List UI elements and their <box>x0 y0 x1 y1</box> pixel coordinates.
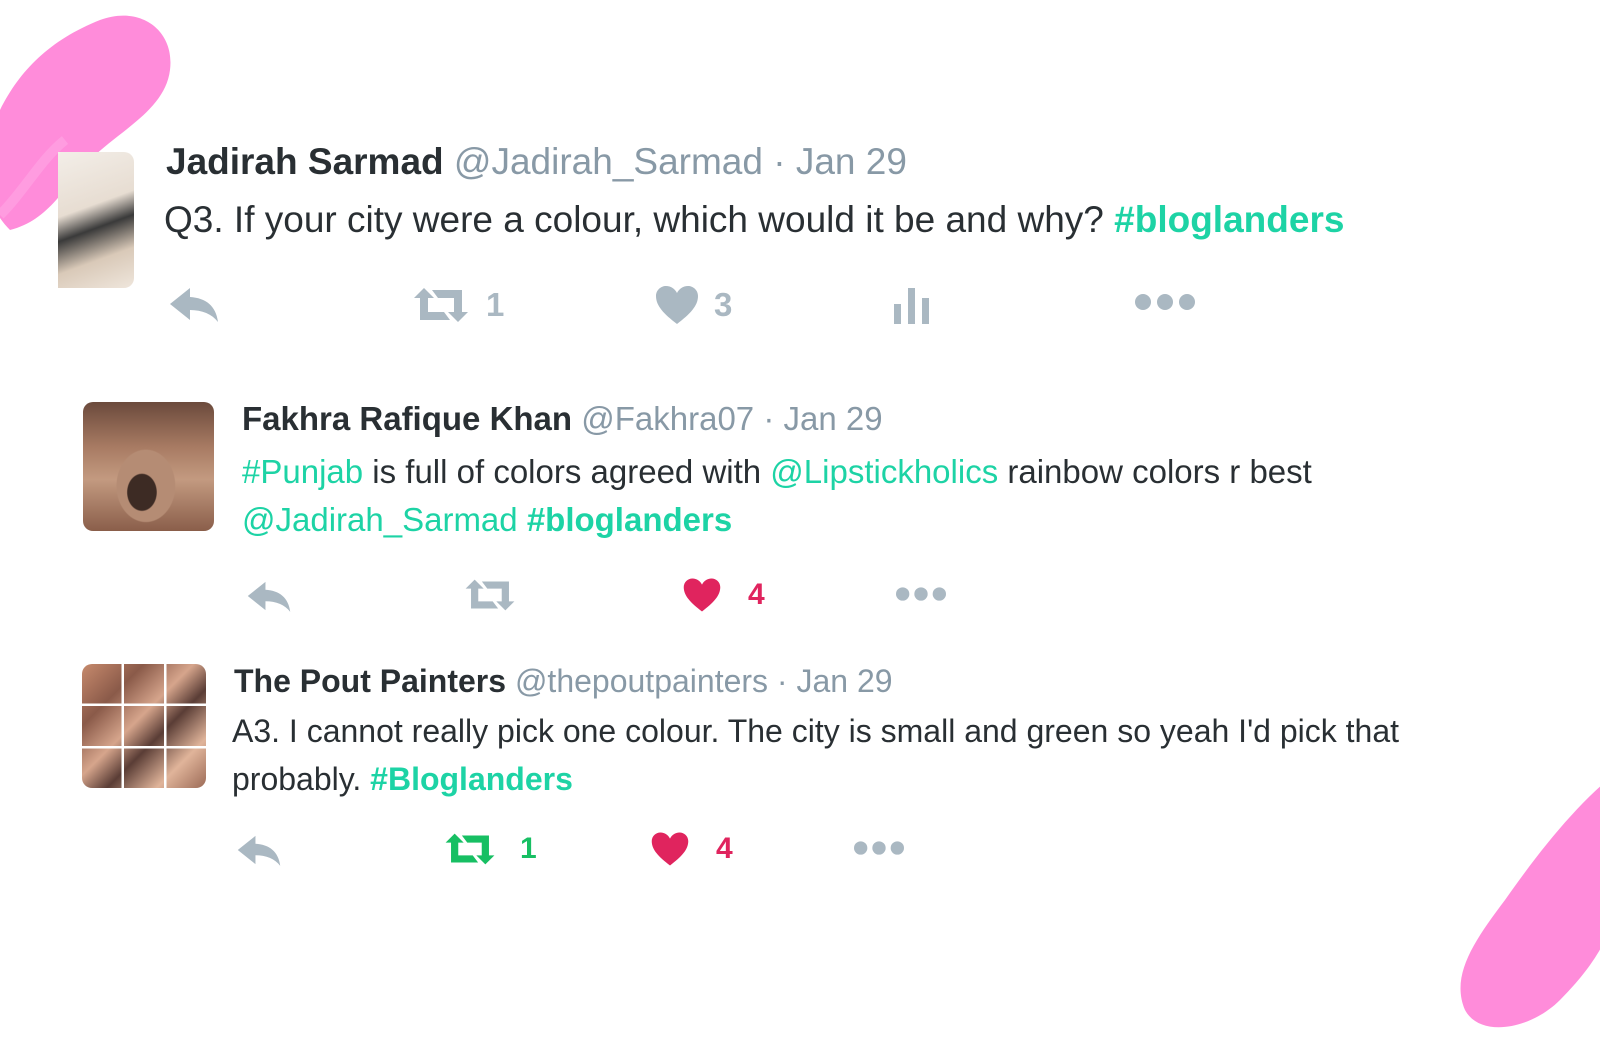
retweet-button[interactable]: 1 <box>442 830 537 868</box>
heart-icon <box>656 286 698 324</box>
reply-button[interactable] <box>236 832 282 868</box>
tweet-header: The Pout Painters @thepoutpainters · Jan… <box>234 662 893 700</box>
retweet-icon <box>465 579 515 611</box>
hashtag-link[interactable]: #bloglanders <box>1114 199 1344 240</box>
like-count: 3 <box>714 286 733 323</box>
heart-icon <box>651 832 689 866</box>
user-name[interactable]: Fakhra Rafique Khan <box>242 400 572 437</box>
reply-icon <box>170 288 218 322</box>
user-handle[interactable]: @Jadirah_Sarmad <box>454 141 763 182</box>
tweet-text: Q3. If your city were a colour, which wo… <box>164 198 1564 242</box>
hashtag-link[interactable]: #Punjab <box>242 453 363 490</box>
tweet-text-plain: rainbow colors r best <box>998 453 1312 490</box>
reply-button[interactable] <box>168 284 220 324</box>
hashtag-link[interactable]: #bloglanders <box>527 501 732 538</box>
more-icon <box>854 841 904 855</box>
retweet-button[interactable]: 1 <box>410 284 504 326</box>
mention-link[interactable]: @Lipstickholics <box>770 453 998 490</box>
more-button[interactable] <box>894 584 948 604</box>
avatar[interactable] <box>82 664 206 788</box>
reply-icon <box>247 581 291 612</box>
user-name[interactable]: Jadirah Sarmad <box>166 141 444 182</box>
retweet-count: 1 <box>520 832 537 865</box>
like-count: 4 <box>748 578 765 611</box>
tweet-header: Fakhra Rafique Khan @Fakhra07 · Jan 29 <box>242 400 883 438</box>
retweet-count: 1 <box>486 286 505 323</box>
reply-button[interactable] <box>246 578 292 614</box>
more-button[interactable] <box>852 838 906 858</box>
hashtag-link[interactable]: #Bloglanders <box>370 761 573 797</box>
tweet-text: A3. I cannot really pick one colour. The… <box>232 707 1532 803</box>
analytics-button[interactable] <box>892 284 932 326</box>
avatar[interactable] <box>83 402 214 531</box>
tweet-date[interactable]: · Jan 29 <box>773 141 907 182</box>
heart-icon <box>683 578 721 612</box>
like-button[interactable]: 4 <box>650 830 733 868</box>
reply-icon <box>237 835 281 866</box>
analytics-icon <box>894 288 929 324</box>
avatar[interactable] <box>58 152 134 288</box>
user-handle[interactable]: @Fakhra07 <box>581 400 754 437</box>
like-button[interactable]: 3 <box>654 284 732 326</box>
tweet-header: Jadirah Sarmad @Jadirah_Sarmad · Jan 29 <box>166 142 907 182</box>
tweet-text-plain: is full of colors agreed with <box>363 453 771 490</box>
tweet-date[interactable]: · Jan 29 <box>777 663 893 699</box>
like-count: 4 <box>716 832 733 865</box>
more-icon <box>896 587 946 601</box>
tweet-text-plain: Q3. If your city were a colour, which wo… <box>164 199 1115 240</box>
tweet-text: #Punjab is full of colors agreed with @L… <box>242 448 1542 544</box>
retweet-icon <box>414 288 468 322</box>
more-icon <box>1135 294 1195 310</box>
user-name[interactable]: The Pout Painters <box>234 663 506 699</box>
tweet-date[interactable]: · Jan 29 <box>763 400 882 437</box>
like-button[interactable]: 4 <box>682 576 765 614</box>
retweet-icon <box>445 833 495 865</box>
retweet-button[interactable] <box>462 576 518 614</box>
more-button[interactable] <box>1134 290 1196 314</box>
user-handle[interactable]: @thepoutpainters <box>515 663 768 699</box>
mention-link[interactable]: @Jadirah_Sarmad <box>242 501 518 538</box>
